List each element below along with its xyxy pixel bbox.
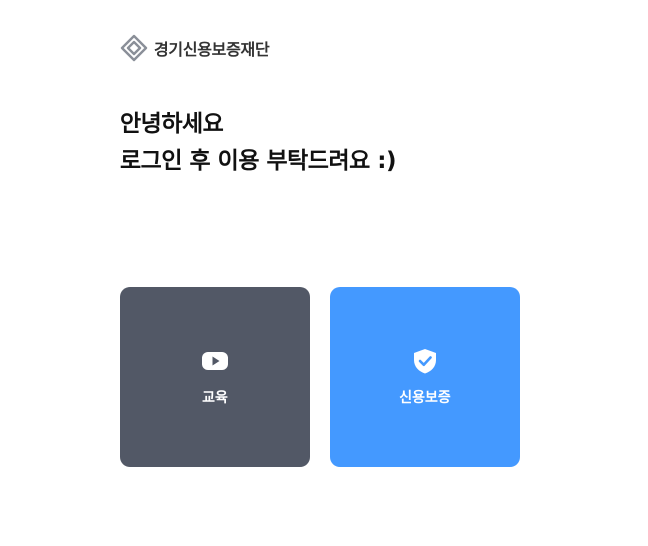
greeting-line-1: 안녕하세요 — [120, 111, 224, 137]
credit-guarantee-tile-label: 신용보증 — [399, 390, 451, 406]
education-tile-label: 교육 — [202, 390, 228, 406]
credit-guarantee-tile[interactable]: 신용보증 — [330, 287, 520, 467]
login-landing-page: 경기신용보증재단 안녕하세요 로그인 후 이용 부탁드려요 :) 교육 신용보증 — [0, 0, 648, 546]
site-logo[interactable]: 경기신용보증재단 — [119, 33, 270, 63]
diamond-logo-icon — [120, 34, 148, 62]
menu-tiles: 교육 신용보증 — [120, 287, 520, 467]
education-tile[interactable]: 교육 — [120, 287, 310, 467]
greeting-heading: 안녕하세요 로그인 후 이용 부탁드려요 :) — [120, 106, 397, 180]
play-icon — [202, 352, 228, 370]
greeting-line-2: 로그인 후 이용 부탁드려요 :) — [120, 148, 397, 174]
shield-check-icon — [414, 349, 436, 374]
logo-text: 경기신용보증재단 — [154, 40, 270, 59]
